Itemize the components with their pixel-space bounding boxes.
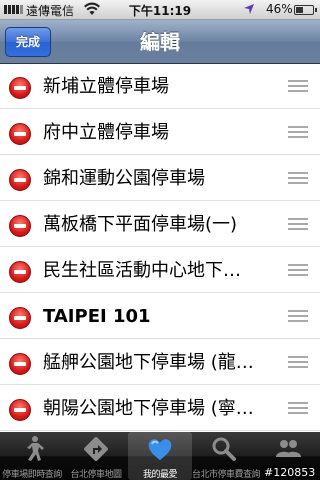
location-arrow-icon <box>244 4 254 14</box>
list-item-label: 府中立體停車場 <box>43 122 169 143</box>
list-item[interactable]: 錦和運動公園停車場 <box>0 157 320 201</box>
delete-circle-icon[interactable] <box>9 261 31 283</box>
list-item-label: 民生社區活動中心地下… <box>43 260 241 281</box>
tab-heart[interactable]: 我的最愛 <box>128 432 192 480</box>
tab-label: 台北停車地圖 <box>70 470 122 480</box>
list-item-label: 朝陽公園地下停車場 (寧… <box>43 398 254 419</box>
list-item-label: 艋舺公園地下停車場 (龍… <box>43 352 254 373</box>
navigation-bar: 編輯 完成 <box>0 20 320 64</box>
list-item[interactable]: 府中立體停車場 <box>0 111 320 155</box>
people-icon <box>274 435 302 463</box>
battery-percent: 46% <box>266 2 293 16</box>
list-item-label: 新埔立體停車場 <box>43 76 169 97</box>
list-item-label: TAIPEI 101 <box>43 306 151 327</box>
heart-icon <box>146 435 174 463</box>
image-id-overlay: #120853 <box>262 466 318 479</box>
delete-circle-icon[interactable] <box>9 307 31 329</box>
delete-circle-icon[interactable] <box>9 169 31 191</box>
list-item-label: 錦和運動公園停車場 <box>43 168 205 189</box>
tab-label: 台北市停車費查詢 <box>192 470 261 480</box>
list-item[interactable]: 艋舺公園地下停車場 (龍… <box>0 341 320 385</box>
status-bar: 遠傳電信 下午11:19 46% <box>0 0 320 20</box>
reorder-grip-icon[interactable] <box>288 402 308 415</box>
delete-circle-icon[interactable] <box>9 123 31 145</box>
reorder-grip-icon[interactable] <box>288 218 308 231</box>
turn-sign-icon <box>82 435 110 463</box>
list-item[interactable]: 新埔立體停車場 <box>0 65 320 109</box>
battery-icon <box>294 5 317 15</box>
list-item-label: 萬板橋下平面停車場(一) <box>43 214 238 235</box>
tab-label: 我的最愛 <box>142 470 178 480</box>
list-item[interactable]: TAIPEI 101 <box>0 295 320 339</box>
tab-label: 停車場即時查詢 <box>2 470 62 480</box>
delete-circle-icon[interactable] <box>9 353 31 375</box>
reorder-grip-icon[interactable] <box>288 126 308 139</box>
list-item[interactable]: 民生社區活動中心地下… <box>0 249 320 293</box>
reorder-grip-icon[interactable] <box>288 264 308 277</box>
running-person-icon <box>18 435 46 463</box>
reorder-grip-icon[interactable] <box>288 172 308 185</box>
list-item[interactable]: 萬板橋下平面停車場(一) <box>0 203 320 247</box>
tab-running-person[interactable]: 停車場即時查詢 <box>0 432 64 480</box>
tab-turn-sign[interactable]: 台北停車地圖 <box>64 432 128 480</box>
tab-magnifier[interactable]: 台北市停車費查詢 <box>192 432 261 480</box>
reorder-grip-icon[interactable] <box>288 356 308 369</box>
delete-circle-icon[interactable] <box>9 215 31 237</box>
magnifier-icon <box>210 435 238 463</box>
delete-circle-icon[interactable] <box>9 77 31 99</box>
delete-circle-icon[interactable] <box>9 399 31 421</box>
favorites-list: 新埔立體停車場 府中立體停車場錦和運動公園停車場萬板橋下平面停車場(一) 民生社區活… <box>0 65 320 432</box>
done-button[interactable]: 完成 <box>5 27 52 57</box>
reorder-grip-icon[interactable] <box>288 80 308 93</box>
list-item[interactable]: 朝陽公園地下停車場 (寧… <box>0 387 320 431</box>
reorder-grip-icon[interactable] <box>288 310 308 323</box>
